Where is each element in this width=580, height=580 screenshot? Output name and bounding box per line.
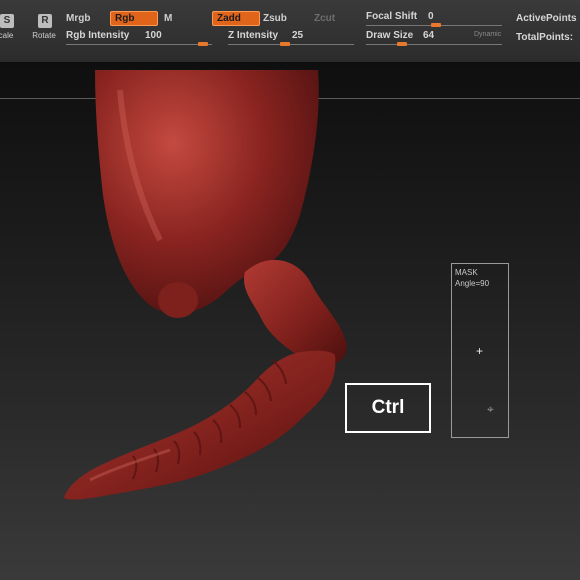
- model-knob: [158, 282, 198, 318]
- model-foot: [64, 350, 336, 500]
- draw-size-handle[interactable]: [397, 42, 407, 46]
- draw-size-label: Draw Size: [366, 30, 414, 41]
- rgb-intensity-label: Rgb Intensity: [66, 30, 130, 41]
- rotate-label: Rotate: [32, 31, 56, 40]
- m-button[interactable]: M: [160, 12, 176, 25]
- rgb-intensity-track[interactable]: [66, 44, 212, 45]
- total-points-label: TotalPoints:: [516, 32, 574, 43]
- zadd-button[interactable]: Zadd: [212, 11, 260, 26]
- rgb-intensity-handle[interactable]: [198, 42, 208, 46]
- focal-shift-label: Focal Shift: [366, 11, 418, 22]
- rotate-icon: R: [38, 14, 52, 28]
- crosshair-plus-icon: +: [476, 344, 484, 358]
- z-intensity-handle[interactable]: [280, 42, 290, 46]
- mask-title: MASK: [455, 268, 478, 277]
- mask-info-panel: MASK Angle=90 + ⌖: [451, 263, 509, 438]
- scale-button[interactable]: S cale: [0, 14, 26, 42]
- zsub-button[interactable]: Zsub: [259, 12, 291, 25]
- model-ankle: [243, 259, 347, 366]
- zcut-button[interactable]: Zcut: [310, 12, 339, 25]
- ctrl-key-overlay: Ctrl: [345, 383, 431, 433]
- draw-size-track[interactable]: [366, 44, 502, 45]
- mask-angle: Angle=90: [455, 279, 490, 288]
- cursor-crosshair-icon: ⌖: [487, 402, 494, 416]
- dynamic-button[interactable]: Dynamic: [474, 31, 501, 38]
- active-points-label: ActivePoints: [516, 13, 577, 24]
- mrgb-button[interactable]: Mrgb: [62, 12, 94, 25]
- z-intensity-track[interactable]: [228, 44, 354, 45]
- scale-icon: S: [0, 14, 14, 28]
- rgb-button[interactable]: Rgb: [110, 11, 158, 26]
- top-toolbar: S cale R Rotate Mrgb Rgb M Zadd Zsub Zcu…: [0, 0, 580, 63]
- z-intensity-value: 25: [292, 30, 304, 41]
- z-intensity-label: Z Intensity: [228, 30, 279, 41]
- rotate-button[interactable]: R Rotate: [24, 14, 64, 42]
- draw-size-value: 64: [423, 30, 435, 41]
- focal-shift-value: 0: [428, 11, 434, 22]
- rgb-intensity-value: 100: [145, 30, 162, 41]
- scale-label: cale: [0, 31, 14, 40]
- focal-shift-handle[interactable]: [431, 23, 441, 27]
